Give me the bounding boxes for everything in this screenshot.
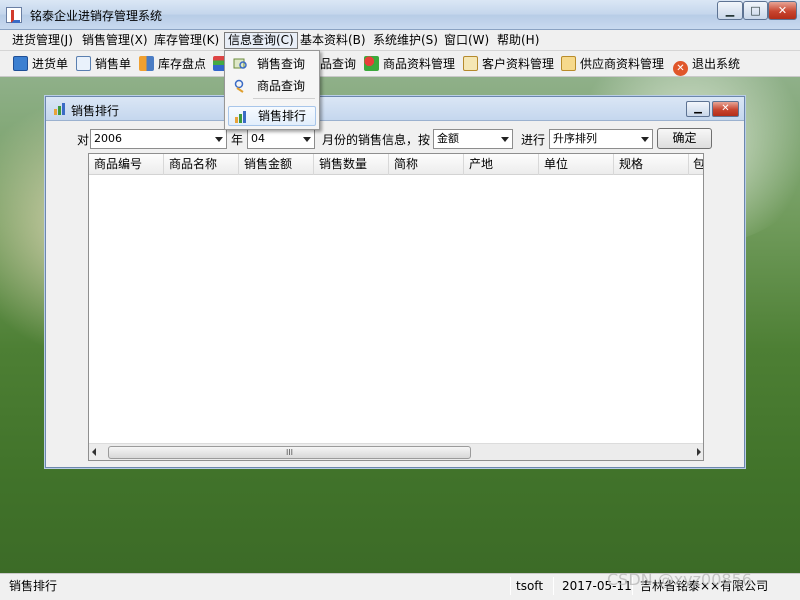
col-product-name[interactable]: 商品名称	[164, 154, 239, 175]
sales-query-icon	[233, 58, 247, 69]
sales-ranking-table[interactable]: 商品编号 商品名称 销售金额 销售数量 简称 产地 单位 规格 包 III	[88, 153, 704, 461]
frame-close-button[interactable]: ✕	[712, 101, 739, 117]
order-select[interactable]: 升序排列	[549, 129, 653, 149]
toolbar-customer-data[interactable]: 客户资料管理	[463, 55, 554, 73]
confirm-button[interactable]: 确定	[657, 128, 712, 149]
scroll-thumb[interactable]: III	[108, 446, 471, 459]
scroll-right-arrow-icon[interactable]	[697, 448, 701, 456]
java-app-icon	[6, 7, 22, 23]
col-unit[interactable]: 单位	[539, 154, 614, 175]
menu-inventory[interactable]: 库存管理(K)	[151, 32, 222, 49]
menu-window[interactable]: 窗口(W)	[441, 32, 492, 49]
col-spec[interactable]: 规格	[614, 154, 689, 175]
menu-item-product-query[interactable]: 商品查询	[228, 76, 316, 96]
toolbar-product-query[interactable]: 品查询	[320, 55, 356, 73]
sales-rank-icon	[54, 103, 65, 115]
menu-separator	[253, 98, 315, 99]
year-suffix-label: 年	[231, 133, 244, 147]
year-select[interactable]: 2006	[90, 129, 227, 149]
filter-prefix-label: 对	[77, 133, 90, 147]
horizontal-scrollbar[interactable]: III	[89, 443, 703, 460]
toolbar: 进货单 销售单 库存盘点 品查询 商品资料管理 客户资料管理 供应商资料管理 ✕…	[0, 51, 800, 77]
info-query-dropdown: 销售查询 商品查询 销售排行	[224, 50, 320, 130]
menu-bar: 进货管理(J) 销售管理(X) 库存管理(K) 信息查询(C) 基本资料(B) …	[0, 30, 800, 51]
menu-help[interactable]: 帮助(H)	[494, 32, 542, 49]
chevron-down-icon	[641, 137, 649, 142]
col-origin[interactable]: 产地	[464, 154, 539, 175]
csdn-watermark: CSDN @xyz00856	[607, 570, 752, 589]
app-title: 铭泰企业进销存管理系统	[30, 9, 163, 23]
col-product-id[interactable]: 商品编号	[89, 154, 164, 175]
menu-system[interactable]: 系统维护(S)	[370, 32, 441, 49]
order-label: 进行	[521, 133, 546, 147]
sales-ranking-window: 销售排行 ▁ ✕ 对 2006 年 04 月份的销售信息，按 金额 进行 升序排…	[45, 96, 745, 468]
table-header: 商品编号 商品名称 销售金额 销售数量 简称 产地 单位 规格 包	[89, 154, 703, 175]
sales-rank-icon	[235, 111, 246, 123]
month-select[interactable]: 04	[247, 129, 315, 149]
chevron-down-icon	[215, 137, 223, 142]
toolbar-exit[interactable]: ✕ 退出系统	[673, 55, 740, 76]
menu-item-sales-ranking[interactable]: 销售排行	[228, 106, 316, 126]
minimize-button[interactable]: ▁	[717, 1, 743, 20]
customer-icon	[463, 56, 478, 71]
toolbar-product-data[interactable]: 商品资料管理	[364, 55, 455, 73]
scroll-left-arrow-icon[interactable]	[92, 448, 96, 456]
sort-by-select[interactable]: 金额	[433, 129, 513, 149]
purchase-order-icon	[13, 56, 28, 71]
filter-mid-label: 月份的销售信息，按	[322, 133, 431, 147]
product-icon	[364, 56, 379, 71]
sales-order-icon	[76, 56, 91, 71]
status-module: 销售排行	[9, 579, 58, 593]
maximize-button[interactable]: □	[743, 1, 768, 20]
main-title-bar: 铭泰企业进销存管理系统 ▁ □ ✕	[0, 0, 800, 30]
toolbar-inventory[interactable]: 库存盘点	[139, 55, 206, 73]
toolbar-supplier-data[interactable]: 供应商资料管理	[561, 55, 664, 73]
chevron-down-icon	[303, 137, 311, 142]
menu-sales[interactable]: 销售管理(X)	[79, 32, 151, 49]
toolbar-sales-order[interactable]: 销售单	[76, 55, 131, 73]
frame-minimize-button[interactable]: ▁	[686, 101, 710, 117]
status-user: tsoft	[516, 579, 544, 593]
sales-ranking-title: 销售排行	[71, 104, 120, 118]
menu-item-sales-query[interactable]: 销售查询	[228, 54, 316, 74]
col-short-name[interactable]: 简称	[389, 154, 464, 175]
menu-basic-data[interactable]: 基本资料(B)	[297, 32, 369, 49]
col-sales-amount[interactable]: 销售金额	[239, 154, 314, 175]
chevron-down-icon	[501, 137, 509, 142]
product-query-icon	[234, 79, 244, 93]
sales-ranking-title-bar: 销售排行 ▁ ✕	[46, 97, 744, 121]
col-sales-quantity[interactable]: 销售数量	[314, 154, 389, 175]
col-package[interactable]: 包	[689, 154, 703, 175]
supplier-icon	[561, 56, 576, 71]
toolbar-purchase-order[interactable]: 进货单	[13, 55, 68, 73]
inventory-icon	[139, 56, 154, 71]
close-button[interactable]: ✕	[768, 1, 797, 20]
exit-icon: ✕	[673, 61, 688, 76]
menu-purchase[interactable]: 进货管理(J)	[9, 32, 76, 49]
menu-info-query[interactable]: 信息查询(C)	[224, 32, 298, 49]
